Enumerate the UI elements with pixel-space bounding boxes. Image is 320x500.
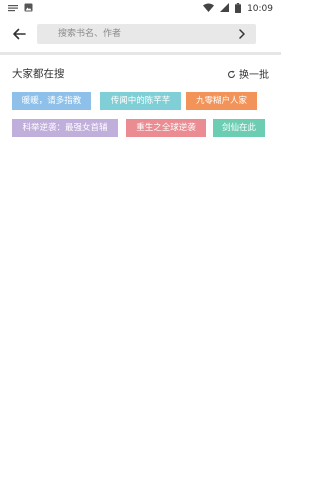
hot-tag[interactable]: 重生之全球逆袭 bbox=[126, 119, 206, 137]
hot-search-header: 大家都在搜 换一批 bbox=[0, 62, 281, 84]
hot-tag[interactable]: 传闻中的陈芊芊 bbox=[100, 92, 181, 110]
search-header bbox=[0, 18, 281, 52]
search-box[interactable] bbox=[37, 24, 256, 44]
search-page: 10:09 大家都在搜 bbox=[0, 0, 281, 500]
notification-icon bbox=[8, 4, 18, 15]
search-input[interactable] bbox=[58, 25, 228, 43]
header-divider bbox=[0, 52, 281, 55]
hot-search-title: 大家都在搜 bbox=[12, 67, 65, 80]
refresh-icon bbox=[227, 64, 236, 83]
status-bar: 10:09 bbox=[0, 0, 281, 18]
status-time: 10:09 bbox=[247, 4, 273, 14]
refresh-label: 换一批 bbox=[239, 69, 269, 81]
status-right-icons: 10:09 bbox=[203, 2, 273, 16]
status-left-icons bbox=[8, 3, 33, 15]
hot-tag[interactable]: 暖暖，请多指教 bbox=[12, 92, 91, 110]
back-button[interactable] bbox=[8, 24, 30, 46]
signal-icon bbox=[220, 3, 230, 15]
arrow-left-icon bbox=[12, 26, 26, 45]
hot-tag[interactable]: 科举逆袭：最强女首辅 bbox=[12, 119, 118, 137]
chevron-right-icon[interactable] bbox=[236, 28, 248, 40]
wifi-icon bbox=[203, 3, 215, 15]
image-icon bbox=[24, 3, 33, 15]
hot-tag[interactable]: 九零糊户人家 bbox=[186, 92, 257, 110]
refresh-button[interactable]: 换一批 bbox=[227, 64, 269, 83]
battery-icon bbox=[235, 2, 242, 16]
hot-tag[interactable]: 剑仙在此 bbox=[213, 119, 265, 137]
